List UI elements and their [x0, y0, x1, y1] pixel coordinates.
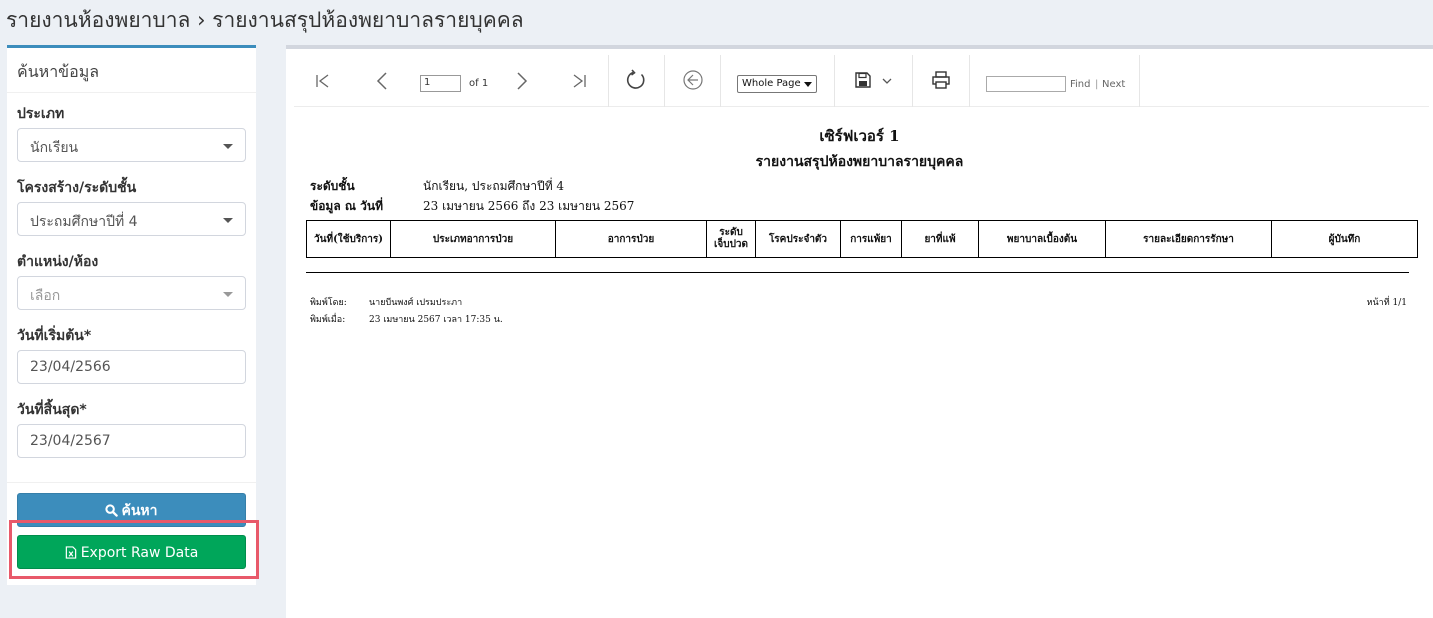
type-select-value: นักเรียน — [30, 140, 79, 156]
toolbar-separator — [608, 55, 609, 107]
type-label: ประเภท — [17, 106, 65, 122]
position-select-value: เลือก — [30, 288, 61, 304]
report-table: วันที่(ใช้บริการ) ประเภทอาการป่วย อาการป… — [306, 220, 1418, 258]
search-button-label: ค้นหา — [121, 503, 158, 519]
column-header: ระดับ เจ็บปวด — [706, 220, 756, 258]
structure-label: โครงสร้าง/ระดับชั้น — [17, 180, 137, 196]
column-header: ยาที่แพ้ — [901, 220, 979, 258]
search-panel: ค้นหาข้อมูล ประเภท นักเรียน โครงสร้าง/ระ… — [7, 45, 256, 585]
column-header: รายละเอียดการรักษา — [1105, 220, 1272, 258]
toolbar-separator — [720, 55, 721, 107]
page-title: รายงานห้องพยาบาล › รายงานสรุปห้องพยาบาลร… — [6, 8, 524, 32]
zoom-select-value: Whole Page — [742, 78, 801, 89]
last-page-icon[interactable] — [570, 72, 588, 90]
end-date-label: วันที่สิ้นสุด* — [17, 402, 87, 418]
find-link[interactable]: Find — [1070, 79, 1091, 90]
printed-by-value: นายบีนพงศ์ เปรมประภา — [369, 298, 463, 308]
toolbar-separator — [664, 55, 665, 107]
column-header: การแพ้ยา — [840, 220, 902, 258]
caret-down-icon — [804, 82, 812, 87]
position-select[interactable]: เลือก — [17, 276, 246, 310]
start-date-input[interactable]: 23/04/2566 — [17, 350, 246, 384]
print-icon[interactable] — [931, 70, 951, 90]
toolbar-separator — [1139, 55, 1140, 107]
column-header: พยาบาลเบื้องต้น — [978, 220, 1106, 258]
column-header: โรคประจำตัว — [755, 220, 841, 258]
report-viewer: 1 of 1 Whole Page Find | Next เซิร์ฟเวอร… — [286, 45, 1433, 618]
end-date-input[interactable]: 23/04/2567 — [17, 424, 246, 458]
printed-by-label: พิมพ์โดย: — [310, 298, 347, 308]
column-header: วันที่(ใช้บริการ) — [306, 220, 391, 258]
structure-select-value: ประถมศึกษาปีที่ 4 — [30, 214, 138, 230]
column-header-line: เจ็บปวด — [713, 239, 749, 250]
next-page-icon[interactable] — [512, 71, 530, 91]
report-subtitle: รายงานสรุปห้องพยาบาลรายบุคคล — [755, 154, 964, 170]
caret-down-icon — [223, 218, 233, 223]
page-number-input[interactable]: 1 — [420, 75, 461, 92]
zoom-select[interactable]: Whole Page — [737, 75, 817, 93]
caret-down-icon — [223, 144, 233, 149]
panel-divider — [7, 482, 256, 483]
date-value: 23 เมษายน 2566 ถึง 23 เมษายน 2567 — [423, 199, 635, 213]
highlight-annotation — [9, 520, 259, 579]
report-title: เซิร์ฟเวอร์ 1 — [819, 127, 900, 145]
date-label: ข้อมูล ณ วันที่ — [310, 199, 384, 213]
search-icon — [105, 504, 119, 517]
level-value: นักเรียน, ประถมศึกษาปีที่ 4 — [423, 179, 565, 193]
column-header: ผู้บันทึก — [1271, 220, 1418, 258]
next-link[interactable]: Next — [1102, 79, 1125, 90]
back-circle-icon[interactable] — [682, 69, 704, 91]
search-panel-title: ค้นหาข้อมูล — [7, 48, 256, 93]
toolbar-separator — [834, 55, 835, 107]
find-separator: | — [1095, 79, 1099, 90]
chevron-down-icon[interactable] — [882, 77, 892, 85]
caret-down-icon — [223, 292, 233, 297]
toolbar-separator — [912, 55, 913, 107]
refresh-icon[interactable] — [625, 69, 647, 91]
page-count-label: of 1 — [469, 78, 489, 89]
report-toolbar: 1 of 1 Whole Page Find | Next — [294, 55, 1429, 107]
column-header: อาการป่วย — [555, 220, 707, 258]
position-label: ตำแหน่ง/ห้อง — [17, 254, 99, 270]
report-top-border — [286, 45, 1433, 49]
level-label: ระดับชั้น — [310, 179, 355, 193]
printed-at-label: พิมพ์เมื่อ: — [310, 315, 346, 325]
printed-at-value: 23 เมษายน 2567 เวลา 17:35 น. — [369, 315, 503, 325]
report-table-header-row: วันที่(ใช้บริการ) ประเภทอาการป่วย อาการป… — [306, 220, 1418, 258]
structure-select[interactable]: ประถมศึกษาปีที่ 4 — [17, 202, 246, 236]
report-divider-line — [306, 272, 1409, 273]
column-header-line: ระดับ — [719, 227, 743, 238]
column-header: ประเภทอาการป่วย — [390, 220, 556, 258]
previous-page-icon[interactable] — [374, 71, 392, 91]
start-date-label: วันที่เริ่มต้น* — [17, 328, 92, 344]
first-page-icon[interactable] — [314, 72, 332, 90]
page-info: หน้าที่ 1/1 — [1366, 298, 1407, 308]
find-input[interactable] — [986, 76, 1066, 92]
toolbar-separator — [969, 55, 970, 107]
type-select[interactable]: นักเรียน — [17, 128, 246, 162]
save-icon[interactable] — [854, 71, 872, 89]
